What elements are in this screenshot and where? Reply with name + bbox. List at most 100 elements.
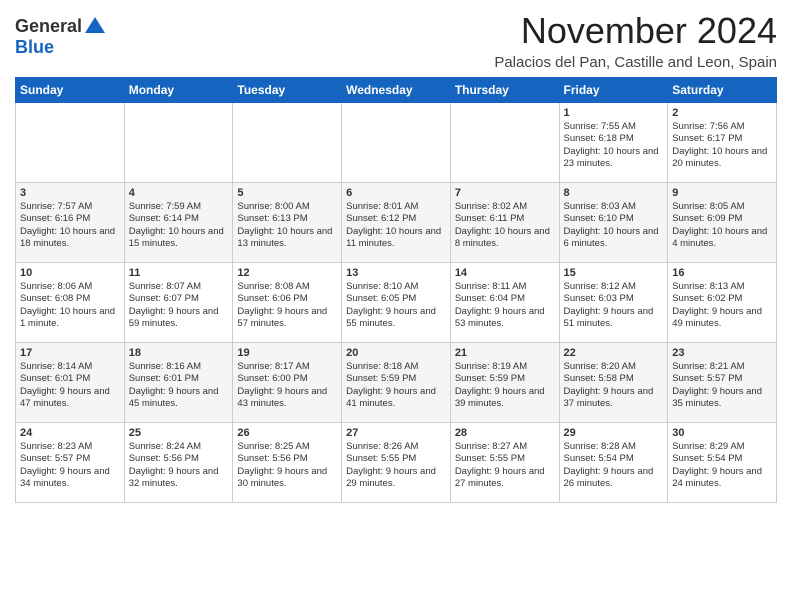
- title-section: November 2024 Palacios del Pan, Castille…: [494, 10, 777, 71]
- day-info: Sunrise: 8:12 AM: [564, 281, 664, 293]
- day-info: Sunrise: 7:56 AM: [672, 121, 772, 133]
- day-info: Sunset: 5:56 PM: [237, 453, 337, 465]
- calendar-cell: 5Sunrise: 8:00 AMSunset: 6:13 PMDaylight…: [233, 183, 342, 263]
- day-info: Daylight: 10 hours and 13 minutes.: [237, 226, 337, 251]
- calendar-cell: 14 Sunrise: 8:11 AMSunset: 6:04 PMDayligh…: [450, 263, 559, 343]
- day-info: Sunrise: 8:07 AM: [129, 281, 229, 293]
- day-info: Daylight: 9 hours and 24 minutes.: [672, 466, 772, 491]
- calendar-cell: 26 Sunrise: 8:25 AMSunset: 5:56 PMDayligh…: [233, 423, 342, 503]
- day-number: 5: [237, 187, 337, 199]
- weekday-header-row: SundayMondayTuesdayWednesdayThursdayFrid…: [16, 78, 777, 103]
- weekday-header-thursday: Thursday: [450, 78, 559, 103]
- day-number: 20: [346, 347, 446, 359]
- day-number: 7: [455, 187, 555, 199]
- day-info: Daylight: 9 hours and 43 minutes.: [237, 386, 337, 411]
- day-info: Daylight: 9 hours and 32 minutes.: [129, 466, 229, 491]
- calendar-cell: 3Sunrise: 7:57 AMSunset: 6:16 PMDaylight…: [16, 183, 125, 263]
- day-info: Daylight: 10 hours and 11 minutes.: [346, 226, 446, 251]
- day-info: Daylight: 9 hours and 30 minutes.: [237, 466, 337, 491]
- calendar-cell: 7Sunrise: 8:02 AMSunset: 6:11 PMDaylight…: [450, 183, 559, 263]
- calendar-cell: 25 Sunrise: 8:24 AMSunset: 5:56 PMDayligh…: [124, 423, 233, 503]
- logo-general-text: General: [15, 16, 82, 37]
- day-info: Sunrise: 8:05 AM: [672, 201, 772, 213]
- calendar-cell: 17Sunrise: 8:14 AMSunset: 6:01 PMDayligh…: [16, 343, 125, 423]
- day-info: Sunrise: 8:24 AM: [129, 441, 229, 453]
- day-info: Sunrise: 8:27 AM: [455, 441, 555, 453]
- day-info: Sunset: 6:14 PM: [129, 213, 229, 225]
- calendar-cell: 12Sunrise: 8:08 AMSunset: 6:06 PMDayligh…: [233, 263, 342, 343]
- day-number: 24: [20, 427, 120, 439]
- calendar-week-3: 10Sunrise: 8:06 AMSunset: 6:08 PMDayligh…: [16, 263, 777, 343]
- day-info: Daylight: 9 hours and 35 minutes.: [672, 386, 772, 411]
- day-info: Sunrise: 7:55 AM: [564, 121, 664, 133]
- day-number: 16: [672, 267, 772, 279]
- day-info: Sunrise: 8:01 AM: [346, 201, 446, 213]
- calendar-table: SundayMondayTuesdayWednesdayThursdayFrid…: [15, 77, 777, 503]
- day-info: Daylight: 10 hours and 1 minute.: [20, 306, 120, 331]
- day-number: 14: [455, 267, 555, 279]
- calendar-cell: [233, 103, 342, 183]
- day-info: Sunrise: 8:20 AM: [564, 361, 664, 373]
- day-number: 2: [672, 107, 772, 119]
- day-info: Sunset: 6:13 PM: [237, 213, 337, 225]
- weekday-header-sunday: Sunday: [16, 78, 125, 103]
- day-number: 23: [672, 347, 772, 359]
- day-info: Daylight: 9 hours and 45 minutes.: [129, 386, 229, 411]
- day-number: 6: [346, 187, 446, 199]
- calendar-cell: 13Sunrise: 8:10 AMSunset: 6:05 PMDayligh…: [342, 263, 451, 343]
- day-info: Daylight: 9 hours and 37 minutes.: [564, 386, 664, 411]
- day-number: 17: [20, 347, 120, 359]
- calendar-week-1: 1Sunrise: 7:55 AMSunset: 6:18 PMDaylight…: [16, 103, 777, 183]
- day-info: Sunset: 6:07 PM: [129, 293, 229, 305]
- day-info: Sunrise: 8:19 AM: [455, 361, 555, 373]
- weekday-header-saturday: Saturday: [668, 78, 777, 103]
- day-info: Daylight: 9 hours and 47 minutes.: [20, 386, 120, 411]
- day-info: Sunrise: 7:57 AM: [20, 201, 120, 213]
- day-number: 18: [129, 347, 229, 359]
- day-number: 12: [237, 267, 337, 279]
- day-number: 27: [346, 427, 446, 439]
- day-info: Sunrise: 7:59 AM: [129, 201, 229, 213]
- day-info: Daylight: 9 hours and 59 minutes.: [129, 306, 229, 331]
- day-number: 19: [237, 347, 337, 359]
- day-info: Sunset: 6:16 PM: [20, 213, 120, 225]
- day-info: Sunrise: 8:03 AM: [564, 201, 664, 213]
- day-info: Sunset: 6:05 PM: [346, 293, 446, 305]
- calendar-cell: [16, 103, 125, 183]
- calendar-week-5: 24Sunrise: 8:23 AMSunset: 5:57 PMDayligh…: [16, 423, 777, 503]
- day-info: Daylight: 9 hours and 55 minutes.: [346, 306, 446, 331]
- day-info: Daylight: 9 hours and 53 minutes.: [455, 306, 555, 331]
- day-number: 26: [237, 427, 337, 439]
- day-info: Daylight: 10 hours and 15 minutes.: [129, 226, 229, 251]
- calendar-cell: 16Sunrise: 8:13 AMSunset: 6:02 PMDayligh…: [668, 263, 777, 343]
- day-info: Sunrise: 8:02 AM: [455, 201, 555, 213]
- day-number: 25: [129, 427, 229, 439]
- day-number: 8: [564, 187, 664, 199]
- calendar-cell: 20Sunrise: 8:18 AMSunset: 5:59 PMDayligh…: [342, 343, 451, 423]
- day-info: Sunset: 6:09 PM: [672, 213, 772, 225]
- day-number: 10: [20, 267, 120, 279]
- calendar-cell: 21Sunrise: 8:19 AMSunset: 5:59 PMDayligh…: [450, 343, 559, 423]
- day-number: 11: [129, 267, 229, 279]
- day-info: Sunrise: 8:25 AM: [237, 441, 337, 453]
- day-info: Sunset: 5:56 PM: [129, 453, 229, 465]
- day-number: 21: [455, 347, 555, 359]
- day-info: Sunset: 6:04 PM: [455, 293, 555, 305]
- calendar-cell: 29Sunrise: 8:28 AMSunset: 5:54 PMDayligh…: [559, 423, 668, 503]
- day-number: 9: [672, 187, 772, 199]
- day-info: Sunset: 6:11 PM: [455, 213, 555, 225]
- day-info: Sunset: 5:59 PM: [346, 373, 446, 385]
- calendar-cell: 4Sunrise: 7:59 AMSunset: 6:14 PMDaylight…: [124, 183, 233, 263]
- calendar-week-4: 17Sunrise: 8:14 AMSunset: 6:01 PMDayligh…: [16, 343, 777, 423]
- day-number: 30: [672, 427, 772, 439]
- day-info: Sunset: 6:02 PM: [672, 293, 772, 305]
- day-info: Sunrise: 8:16 AM: [129, 361, 229, 373]
- day-info: Daylight: 10 hours and 23 minutes.: [564, 146, 664, 171]
- day-info: Sunrise: 8:11 AM: [455, 281, 555, 293]
- day-info: Sunrise: 8:06 AM: [20, 281, 120, 293]
- day-number: 13: [346, 267, 446, 279]
- calendar-cell: [124, 103, 233, 183]
- day-info: Sunrise: 8:21 AM: [672, 361, 772, 373]
- calendar-cell: 9Sunrise: 8:05 AMSunset: 6:09 PMDaylight…: [668, 183, 777, 263]
- calendar-week-2: 3Sunrise: 7:57 AMSunset: 6:16 PMDaylight…: [16, 183, 777, 263]
